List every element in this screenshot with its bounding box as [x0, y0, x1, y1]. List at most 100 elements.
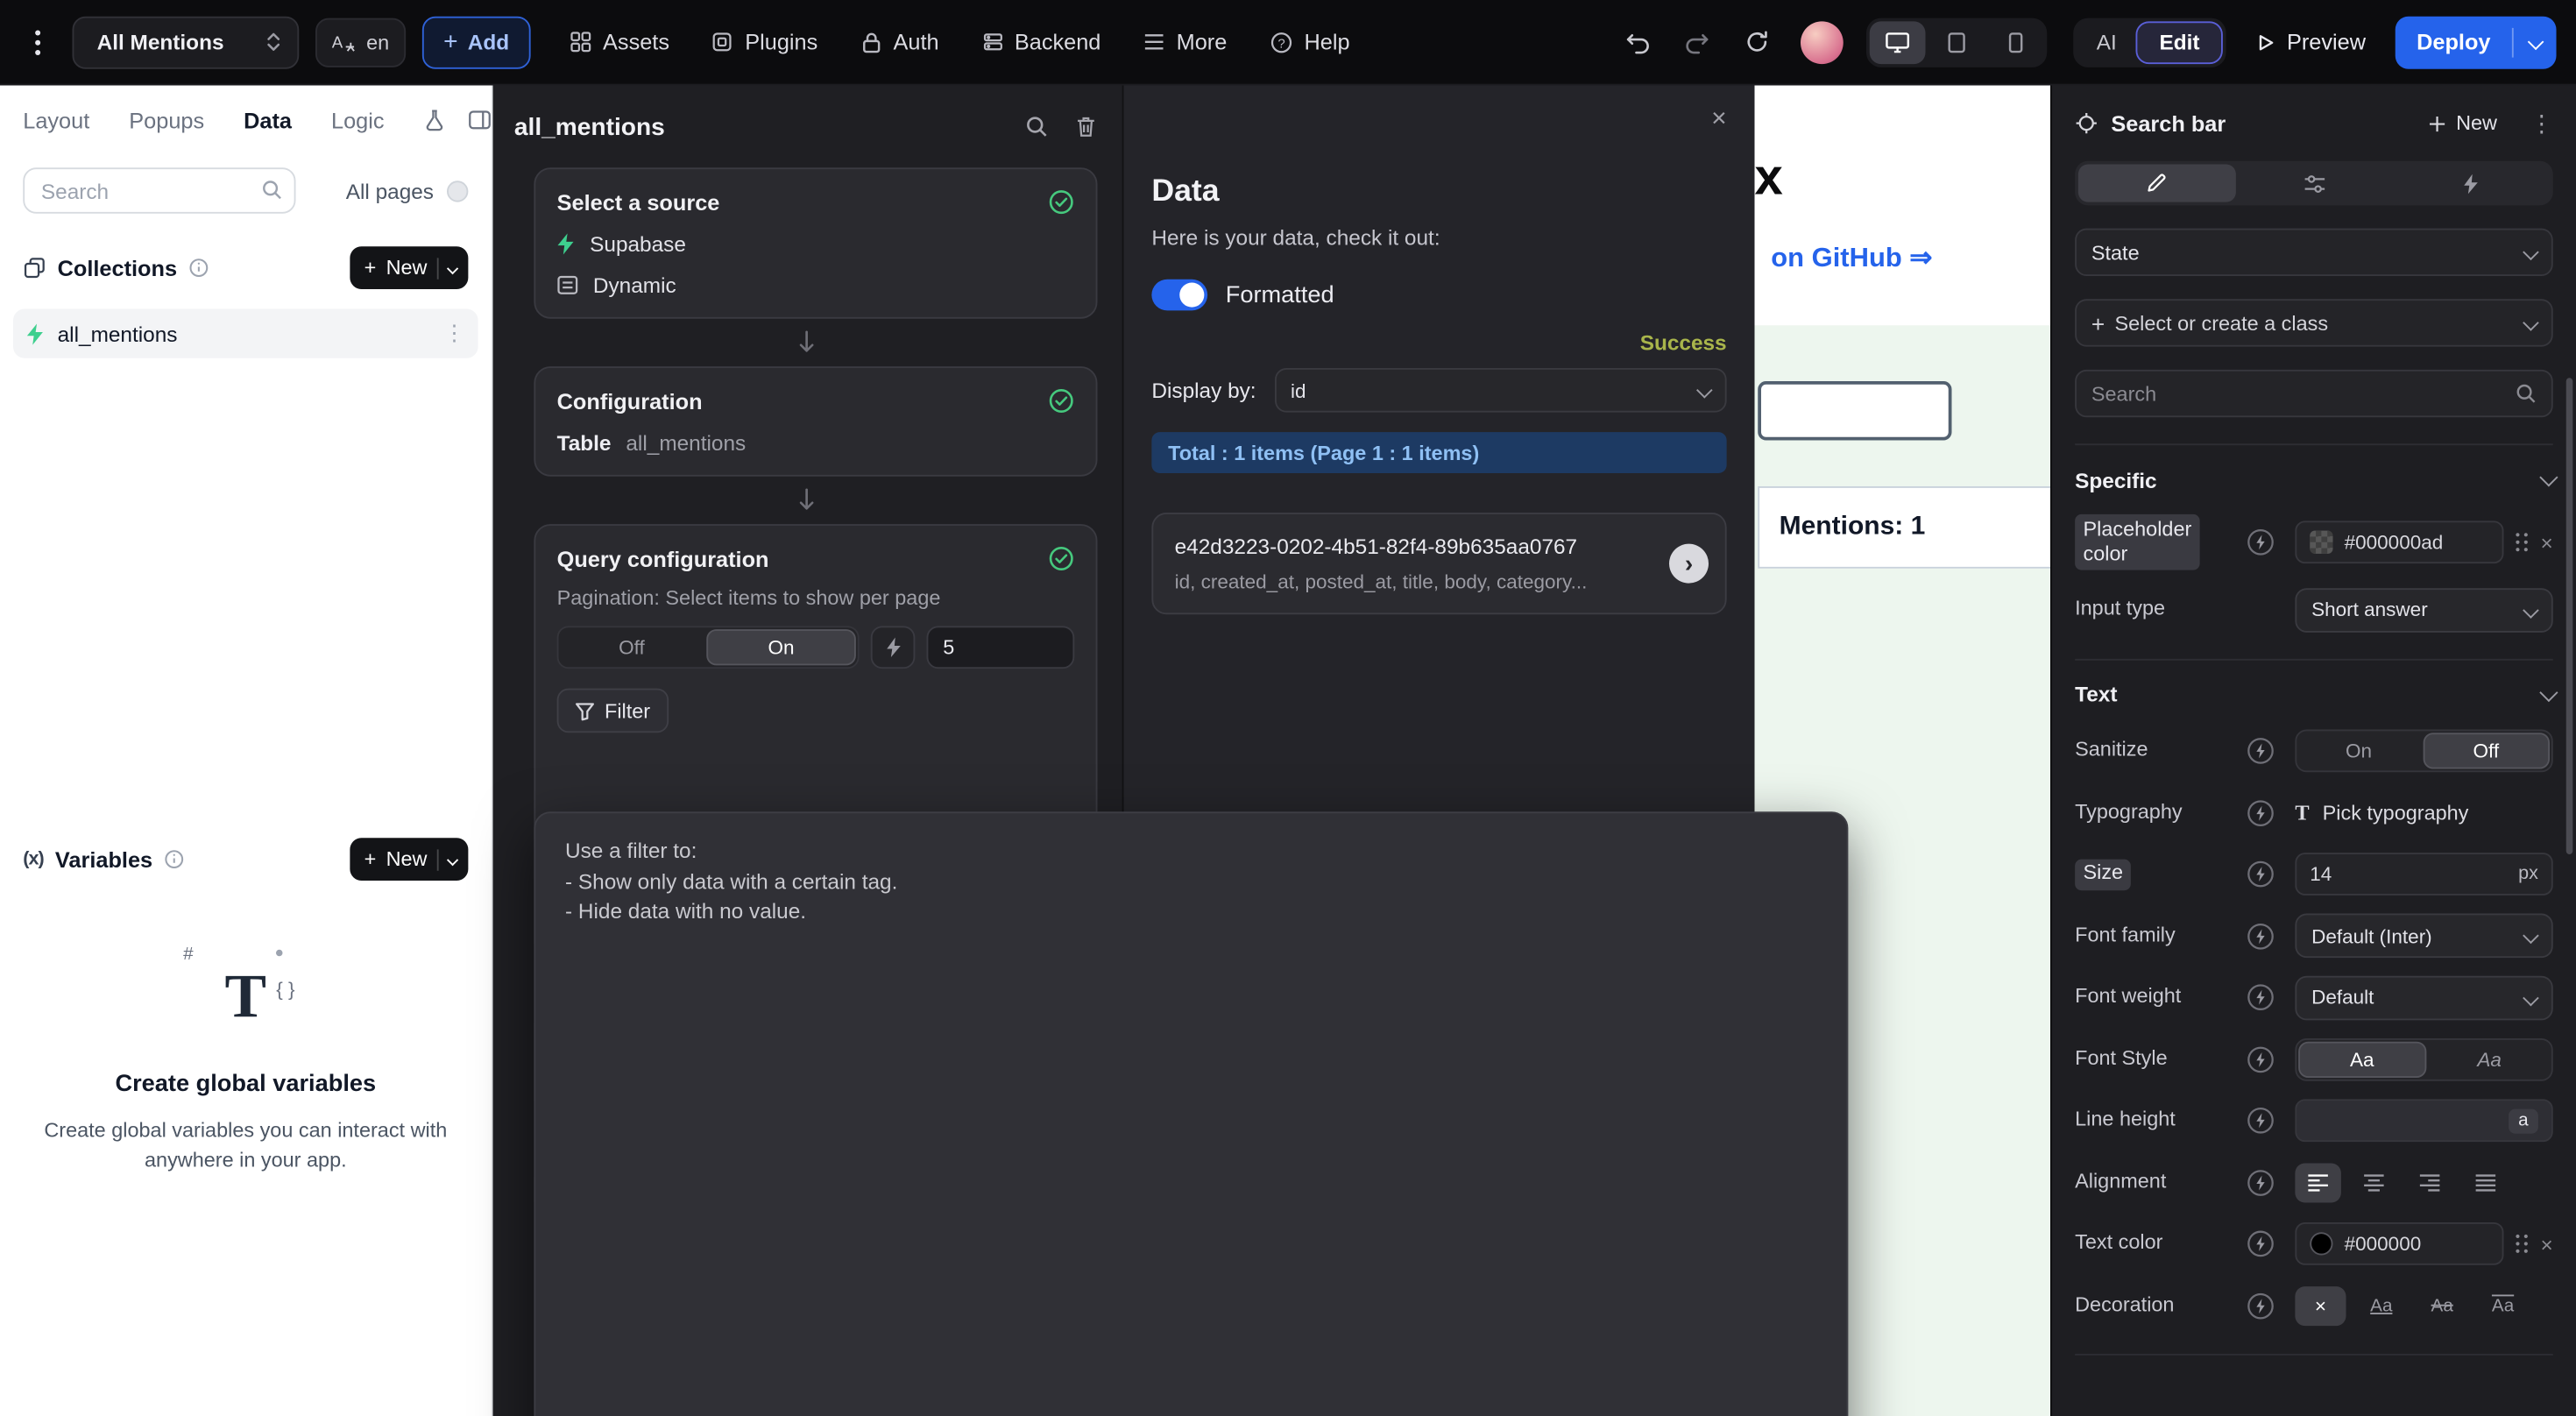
- class-select[interactable]: + Select or create a class: [2075, 299, 2553, 347]
- bind-icon[interactable]: [2246, 860, 2295, 889]
- tab-data[interactable]: Data: [244, 108, 292, 132]
- new-collection-button[interactable]: + New: [349, 246, 469, 289]
- left-search-input[interactable]: [23, 167, 296, 214]
- table-value[interactable]: all_mentions: [626, 430, 746, 455]
- decoration-none-button[interactable]: ×: [2295, 1285, 2346, 1326]
- debug-icon[interactable]: [424, 109, 445, 131]
- sanitize-off[interactable]: Off: [2422, 733, 2550, 769]
- desktop-device-button[interactable]: [1869, 20, 1926, 64]
- preview-search-input[interactable]: [1758, 381, 1952, 441]
- filter-button[interactable]: Filter: [556, 688, 669, 733]
- bind-button[interactable]: [870, 626, 916, 669]
- pick-typography-button[interactable]: T Pick typography: [2295, 800, 2468, 826]
- display-by-select[interactable]: id: [1274, 368, 1727, 413]
- decoration-strikethrough-button[interactable]: Aa: [2417, 1286, 2467, 1326]
- deploy-button[interactable]: Deploy: [2395, 15, 2557, 68]
- line-height-input[interactable]: a: [2295, 1099, 2553, 1143]
- panel-toggle-icon[interactable]: [468, 110, 491, 131]
- align-left-button[interactable]: [2295, 1163, 2341, 1203]
- main-menu-button[interactable]: [20, 18, 56, 67]
- formatted-toggle[interactable]: [1151, 279, 1208, 311]
- tab-settings[interactable]: [2235, 165, 2392, 202]
- font-style-normal[interactable]: Aa: [2298, 1041, 2426, 1078]
- ai-mode-button[interactable]: AI: [2077, 20, 2136, 63]
- pagination-on[interactable]: On: [706, 629, 856, 666]
- align-center-button[interactable]: [2351, 1163, 2397, 1202]
- auth-button[interactable]: Auth: [860, 30, 939, 54]
- clear-icon[interactable]: ×: [2541, 532, 2553, 553]
- mobile-device-button[interactable]: [1988, 20, 2044, 63]
- placeholder-color-picker[interactable]: #000000ad: [2295, 520, 2505, 564]
- tab-popups[interactable]: Popups: [129, 108, 204, 132]
- tablet-device-button[interactable]: [1928, 20, 1985, 63]
- avatar[interactable]: [1801, 20, 1844, 64]
- new-state-button[interactable]: New: [2428, 112, 2497, 135]
- tab-logic[interactable]: Logic: [331, 108, 385, 132]
- project-selector[interactable]: All Mentions: [72, 15, 300, 68]
- align-justify-button[interactable]: [2463, 1163, 2509, 1202]
- size-unit[interactable]: px: [2518, 865, 2538, 885]
- language-selector[interactable]: A en: [315, 17, 406, 67]
- state-select[interactable]: State: [2075, 228, 2553, 276]
- bind-icon[interactable]: [2246, 921, 2295, 951]
- preview-button[interactable]: Preview: [2255, 30, 2366, 54]
- inspector-search-input[interactable]: [2091, 381, 2506, 406]
- tab-layout[interactable]: Layout: [23, 108, 89, 132]
- new-variable-button[interactable]: + New: [349, 838, 469, 881]
- bind-icon[interactable]: [2246, 1291, 2295, 1320]
- decoration-overline-button[interactable]: Aa: [2478, 1286, 2529, 1326]
- add-condition-button[interactable]: + Add condition: [565, 945, 728, 1416]
- all-pages-filter[interactable]: All pages: [346, 178, 469, 203]
- scrollbar[interactable]: [2565, 378, 2573, 854]
- help-button[interactable]: ? Help: [1270, 30, 1350, 54]
- inspector-menu-icon[interactable]: ⋮: [2530, 110, 2553, 138]
- font-weight-select[interactable]: Default: [2295, 975, 2553, 1020]
- collection-item-all-mentions[interactable]: all_mentions ⋮: [13, 308, 478, 358]
- specific-section-header[interactable]: Specific: [2075, 445, 2558, 514]
- line-height-unit[interactable]: a: [2508, 1108, 2538, 1134]
- sanitize-on[interactable]: On: [2296, 732, 2421, 771]
- bind-icon[interactable]: [2246, 1044, 2295, 1074]
- drag-handle-icon[interactable]: [2515, 1233, 2531, 1256]
- font-style-italic[interactable]: Aa: [2427, 1039, 2551, 1079]
- bind-icon[interactable]: [2246, 1229, 2295, 1259]
- bind-icon[interactable]: [2246, 798, 2295, 828]
- text-section-header[interactable]: Text: [2075, 660, 2558, 729]
- clear-icon[interactable]: ×: [2541, 1234, 2553, 1255]
- per-page-input[interactable]: [926, 626, 1075, 669]
- size-value[interactable]: 14: [2310, 863, 2332, 886]
- input-type-select[interactable]: Short answer: [2295, 587, 2553, 633]
- pagination-off[interactable]: Off: [559, 627, 705, 667]
- align-right-button[interactable]: [2407, 1163, 2453, 1202]
- undo-button[interactable]: [1617, 20, 1660, 63]
- search-icon[interactable]: [1025, 115, 1048, 138]
- source-option-supabase[interactable]: Supabase: [557, 231, 1075, 257]
- plugins-button[interactable]: Plugins: [712, 30, 817, 54]
- font-family-select[interactable]: Default (Inter): [2295, 913, 2553, 959]
- preview-github-link[interactable]: on GitHub ⇒: [1771, 242, 1932, 275]
- close-icon[interactable]: ×: [1711, 106, 1727, 133]
- refresh-button[interactable]: [1735, 20, 1778, 63]
- bind-icon[interactable]: [2246, 983, 2295, 1013]
- tab-workflows[interactable]: [2393, 165, 2550, 202]
- decoration-underline-button[interactable]: Aa: [2356, 1286, 2407, 1326]
- edit-mode-button[interactable]: Edit: [2136, 20, 2223, 64]
- bind-icon[interactable]: [2246, 736, 2295, 766]
- text-color-picker[interactable]: #000000: [2295, 1222, 2505, 1266]
- deploy-chevron[interactable]: [2514, 33, 2557, 51]
- item-menu-icon[interactable]: ⋮: [443, 321, 464, 347]
- drag-handle-icon[interactable]: [2515, 531, 2531, 554]
- more-button[interactable]: More: [1143, 30, 1227, 54]
- bind-icon[interactable]: [2246, 1106, 2295, 1136]
- expand-item-button[interactable]: ›: [1669, 543, 1709, 584]
- redo-button[interactable]: [1676, 20, 1719, 63]
- bind-icon[interactable]: [2246, 527, 2295, 557]
- add-button[interactable]: + Add: [421, 15, 531, 68]
- tab-style[interactable]: [2077, 164, 2236, 202]
- bind-icon[interactable]: [2246, 1168, 2295, 1198]
- backend-button[interactable]: Backend: [981, 30, 1100, 54]
- assets-button[interactable]: Assets: [570, 30, 669, 54]
- source-option-dynamic[interactable]: Dynamic: [557, 273, 1075, 297]
- data-item-card[interactable]: e42d3223-0202-4b51-82f4-89b635aa0767 id,…: [1151, 513, 1727, 615]
- trash-icon[interactable]: [1074, 115, 1097, 138]
